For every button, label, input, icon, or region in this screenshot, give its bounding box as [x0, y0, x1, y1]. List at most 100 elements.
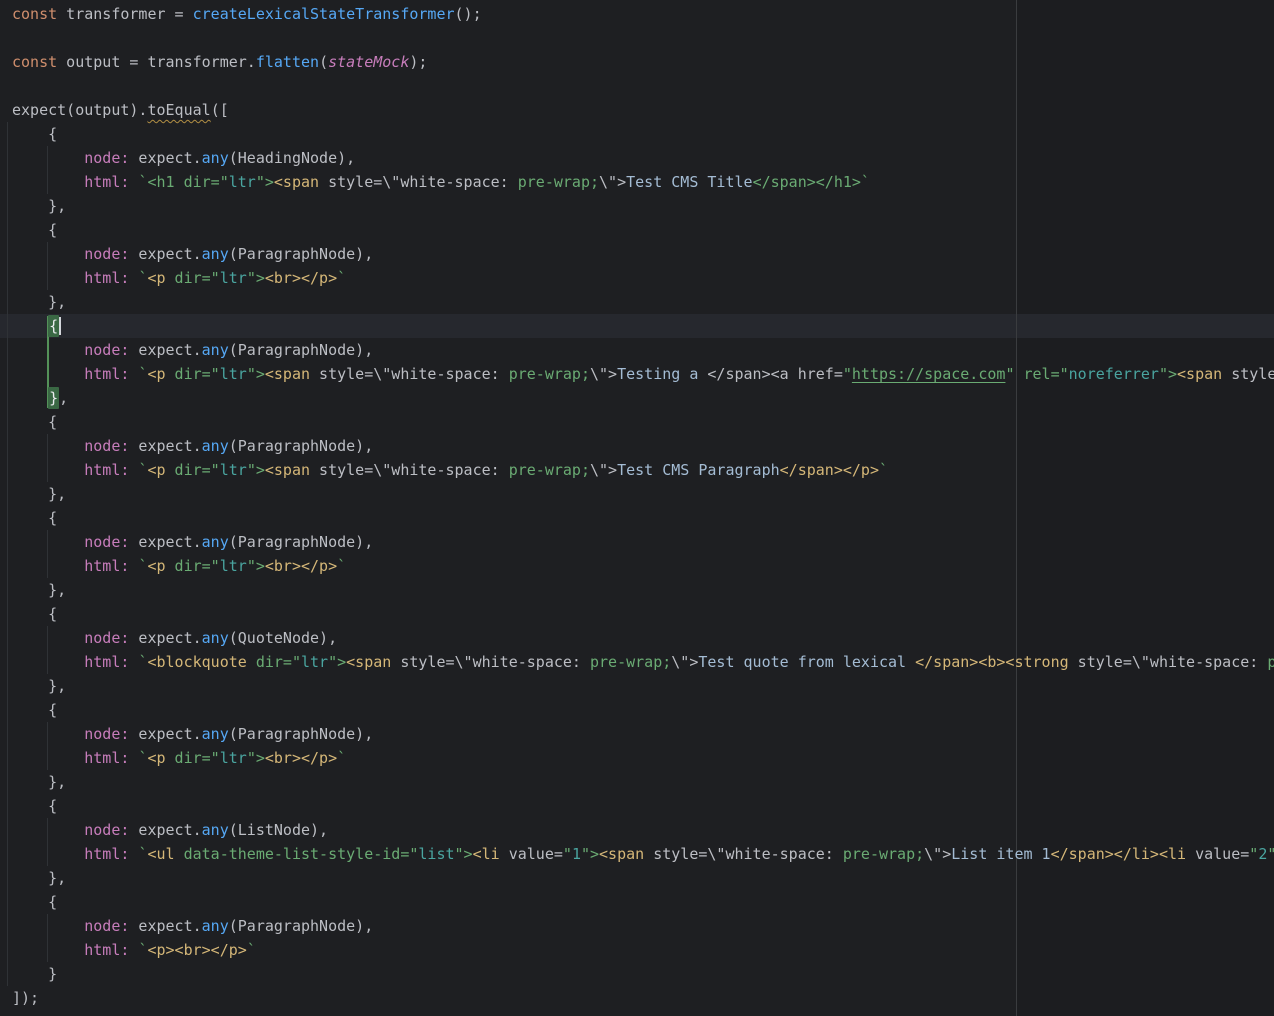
code-line[interactable]: {: [0, 314, 1274, 338]
code-line[interactable]: {: [0, 794, 1274, 818]
code-token: any: [202, 629, 229, 647]
code-editor[interactable]: const transformer = createLexicalStateTr…: [0, 0, 1274, 1016]
code-token: `: [879, 461, 888, 479]
code-token: pre-wrap;: [590, 653, 671, 671]
code-line[interactable]: {: [0, 122, 1274, 146]
code-line[interactable]: node: expect.any(HeadingNode),: [0, 146, 1274, 170]
code-line[interactable]: [0, 26, 1274, 50]
code-token: style=\"white-space:: [1069, 653, 1268, 671]
code-token: toEqual: [147, 101, 210, 119]
code-token: `: [337, 749, 346, 767]
code-line[interactable]: html: `<h1 dir="ltr"><span style=\"white…: [0, 170, 1274, 194]
code-token: <p: [147, 269, 165, 287]
code-token: ">: [455, 845, 473, 863]
code-token: <p: [147, 461, 165, 479]
code-line[interactable]: },: [0, 578, 1274, 602]
code-line[interactable]: html: `<p dir="ltr"><span style=\"white-…: [0, 458, 1274, 482]
code-token: </span></h1>`: [753, 173, 870, 191]
code-token: output = transformer.: [57, 53, 256, 71]
code-token: (ParagraphNode),: [229, 245, 374, 263]
code-token: [12, 629, 84, 647]
code-token: any: [202, 149, 229, 167]
code-line[interactable]: node: expect.any(ListNode),: [0, 818, 1274, 842]
code-token: },: [12, 485, 66, 503]
code-token: <blockquote: [147, 653, 246, 671]
code-line[interactable]: },: [0, 674, 1274, 698]
code-token: pre-wrap;: [843, 845, 924, 863]
code-token: ">: [247, 365, 265, 383]
code-line[interactable]: ]);: [0, 986, 1274, 1010]
code-token: },: [12, 677, 66, 695]
code-token: node:: [84, 437, 129, 455]
code-token: dir=": [166, 269, 220, 287]
code-token: {: [12, 893, 57, 911]
code-line[interactable]: {: [0, 890, 1274, 914]
code-line[interactable]: html: `<p dir="ltr"><br></p>`: [0, 746, 1274, 770]
code-line[interactable]: node: expect.any(QuoteNode),: [0, 626, 1274, 650]
code-token: expect.: [129, 533, 201, 551]
code-token: <li: [473, 845, 500, 863]
code-line[interactable]: node: expect.any(ParagraphNode),: [0, 338, 1274, 362]
code-token: createLexicalStateTransformer: [193, 5, 455, 23]
code-token: html:: [84, 941, 129, 959]
code-token: stateMock: [328, 53, 409, 71]
code-token: {: [12, 605, 57, 623]
code-line[interactable]: node: expect.any(ParagraphNode),: [0, 914, 1274, 938]
code-token: html:: [84, 365, 129, 383]
code-token: 1: [572, 845, 581, 863]
code-line[interactable]: html: `<p dir="ltr"><br></p>`: [0, 554, 1274, 578]
code-line[interactable]: },: [0, 386, 1274, 410]
code-line[interactable]: html: `<p dir="ltr"><br></p>`: [0, 266, 1274, 290]
code-line[interactable]: [0, 74, 1274, 98]
code-token: style=: [1222, 365, 1274, 383]
code-token: ltr: [229, 173, 256, 191]
code-token: {: [12, 701, 57, 719]
code-line[interactable]: },: [0, 866, 1274, 890]
code-token: ltr: [220, 269, 247, 287]
code-line[interactable]: },: [0, 194, 1274, 218]
code-token: <br></p>: [265, 269, 337, 287]
code-line[interactable]: {: [0, 506, 1274, 530]
code-line[interactable]: node: expect.any(ParagraphNode),: [0, 722, 1274, 746]
code-line[interactable]: html: `<p><br></p>`: [0, 938, 1274, 962]
code-token: <span: [1177, 365, 1222, 383]
code-token: ltr: [220, 557, 247, 575]
code-token: \">: [590, 365, 617, 383]
code-token: list: [418, 845, 454, 863]
code-line[interactable]: node: expect.any(ParagraphNode),: [0, 434, 1274, 458]
code-token: {: [12, 221, 57, 239]
code-token: const: [12, 53, 57, 71]
code-token: Test CMS Paragraph: [617, 461, 780, 479]
code-token: [12, 941, 84, 959]
code-line[interactable]: const transformer = createLexicalStateTr…: [0, 2, 1274, 26]
code-token: [12, 653, 84, 671]
code-token: (ListNode),: [229, 821, 328, 839]
code-line[interactable]: {: [0, 602, 1274, 626]
code-token: [12, 749, 84, 767]
code-token: Test CMS Title: [626, 173, 752, 191]
code-token: flatten: [256, 53, 319, 71]
code-line[interactable]: }: [0, 962, 1274, 986]
code-token: node:: [84, 245, 129, 263]
code-line[interactable]: html: `<ul data-theme-list-style-id="lis…: [0, 842, 1274, 866]
code-token: (ParagraphNode),: [229, 917, 374, 935]
code-token: Testing a: [617, 365, 707, 383]
code-token: <span: [274, 173, 319, 191]
code-line[interactable]: {: [0, 698, 1274, 722]
code-line[interactable]: },: [0, 770, 1274, 794]
code-line[interactable]: html: `<blockquote dir="ltr"><span style…: [0, 650, 1274, 674]
code-token: html:: [84, 461, 129, 479]
code-line[interactable]: },: [0, 290, 1274, 314]
code-token: pre-wrap;: [518, 173, 599, 191]
code-line[interactable]: },: [0, 482, 1274, 506]
code-line[interactable]: {: [0, 218, 1274, 242]
code-token: expect.: [129, 341, 201, 359]
code-token: any: [202, 437, 229, 455]
code-line[interactable]: node: expect.any(ParagraphNode),: [0, 530, 1274, 554]
code-line[interactable]: html: `<p dir="ltr"><span style=\"white-…: [0, 362, 1274, 386]
code-line[interactable]: {: [0, 410, 1274, 434]
code-line[interactable]: const output = transformer.flatten(state…: [0, 50, 1274, 74]
code-line[interactable]: expect(output).toEqual([: [0, 98, 1274, 122]
code-line[interactable]: node: expect.any(ParagraphNode),: [0, 242, 1274, 266]
code-token: node:: [84, 149, 129, 167]
